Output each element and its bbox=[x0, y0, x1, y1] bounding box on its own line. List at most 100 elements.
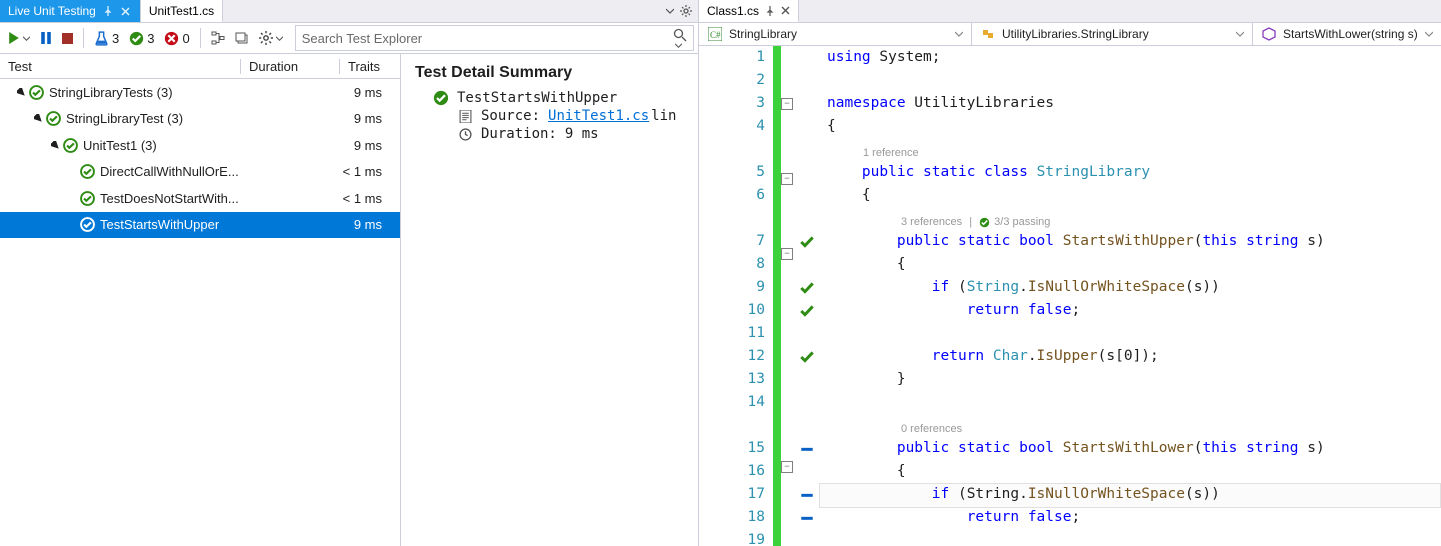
chevron-down-icon bbox=[955, 30, 963, 38]
gear-icon[interactable] bbox=[680, 5, 692, 17]
test-toolbar: 3 3 0 Search Test Explorer bbox=[0, 22, 698, 54]
code-line[interactable]: return false; bbox=[827, 299, 1080, 322]
test-name: DirectCallWithNullOrE... bbox=[96, 164, 292, 179]
fail-count[interactable]: 0 bbox=[160, 26, 193, 50]
test-row[interactable]: StringLibraryTest (3)9 ms bbox=[0, 106, 400, 133]
duration-label: Duration: bbox=[481, 126, 557, 142]
test-row[interactable]: TestStartsWithUpper9 ms bbox=[0, 212, 400, 239]
tab-unit-test-file[interactable]: UnitTest1.cs bbox=[141, 0, 223, 22]
fold-icon[interactable]: − bbox=[781, 173, 793, 185]
source-label: Source: bbox=[481, 108, 540, 124]
stop-button[interactable] bbox=[58, 26, 77, 50]
flask-count[interactable]: 3 bbox=[90, 26, 123, 50]
settings-button[interactable] bbox=[255, 26, 287, 50]
chevron-down-icon bbox=[1425, 30, 1433, 38]
source-link[interactable]: UnitTest1.cs bbox=[548, 108, 649, 124]
code-line[interactable]: using System; bbox=[827, 46, 941, 69]
test-duration: < 1 ms bbox=[292, 191, 400, 206]
search-placeholder: Search Test Explorer bbox=[302, 31, 422, 46]
dropdown-icon[interactable] bbox=[666, 7, 674, 15]
search-icon[interactable] bbox=[673, 28, 687, 49]
pause-button[interactable] bbox=[36, 26, 56, 50]
fold-icon[interactable]: − bbox=[781, 98, 793, 110]
test-duration: 9 ms bbox=[292, 138, 400, 153]
code-line[interactable]: } bbox=[827, 368, 906, 391]
search-input[interactable]: Search Test Explorer bbox=[295, 25, 694, 51]
fail-count-value: 0 bbox=[182, 31, 189, 46]
test-tree-column: Test Duration Traits StringLibraryTests … bbox=[0, 54, 401, 546]
test-row[interactable]: TestDoesNotStartWith...< 1 ms bbox=[0, 185, 400, 212]
test-duration: 9 ms bbox=[292, 111, 400, 126]
code-editor-pane: Class1.cs C# StringLibrary UtilityLibrar… bbox=[699, 0, 1441, 546]
fold-icon[interactable]: − bbox=[781, 461, 793, 473]
pass-icon bbox=[78, 164, 96, 179]
pass-count[interactable]: 3 bbox=[125, 26, 158, 50]
col-test[interactable]: Test bbox=[0, 59, 241, 74]
test-duration: 9 ms bbox=[292, 85, 400, 100]
test-body: Test Duration Traits StringLibraryTests … bbox=[0, 54, 698, 546]
coverage-gutter bbox=[795, 46, 819, 546]
code-line[interactable]: return false; bbox=[827, 506, 1080, 529]
pass-icon bbox=[78, 191, 96, 206]
code-line[interactable]: if (String.IsNullOrWhiteSpace(s)) bbox=[827, 276, 1220, 299]
fold-icon[interactable]: − bbox=[781, 248, 793, 260]
code-line[interactable]: { bbox=[827, 460, 906, 483]
method-icon bbox=[1261, 26, 1277, 42]
tab-label: UnitTest1.cs bbox=[149, 4, 214, 18]
csharp-icon: C# bbox=[707, 26, 723, 42]
live-change-gutter bbox=[773, 46, 781, 546]
test-name: UnitTest1 (3) bbox=[79, 138, 292, 153]
test-row[interactable]: StringLibraryTests (3)9 ms bbox=[0, 79, 400, 106]
expand-icon[interactable] bbox=[15, 88, 27, 97]
separator bbox=[83, 28, 84, 48]
code-line[interactable]: public static bool StartsWithUpper(this … bbox=[827, 230, 1325, 253]
col-traits[interactable]: Traits bbox=[340, 59, 400, 74]
nav-type[interactable]: UtilityLibraries.StringLibrary bbox=[972, 23, 1253, 45]
test-duration: < 1 ms bbox=[292, 164, 400, 179]
line-number-gutter: 12345678910111213141516171819 bbox=[699, 46, 773, 546]
test-explorer-pane: Live Unit Testing UnitTest1.cs 3 bbox=[0, 0, 699, 546]
expand-icon[interactable] bbox=[32, 114, 44, 123]
pass-icon bbox=[78, 217, 96, 232]
playlist-button[interactable] bbox=[231, 26, 253, 50]
code-line[interactable]: namespace UtilityLibraries bbox=[827, 92, 1054, 115]
detail-title: Test Detail Summary bbox=[415, 64, 684, 82]
tab-overflow bbox=[223, 0, 698, 22]
duration-value: 9 ms bbox=[565, 126, 599, 142]
nav-project[interactable]: C# StringLibrary bbox=[699, 23, 972, 45]
tab-live-unit-testing[interactable]: Live Unit Testing bbox=[0, 0, 141, 22]
source-icon bbox=[457, 110, 473, 123]
code-line[interactable]: { bbox=[827, 184, 871, 207]
pin-icon[interactable] bbox=[102, 5, 114, 17]
code-line[interactable]: if (String.IsNullOrWhiteSpace(s)) bbox=[827, 483, 1220, 506]
code-line[interactable]: { bbox=[827, 115, 836, 138]
code-line[interactable]: { bbox=[827, 253, 906, 276]
run-all-button[interactable] bbox=[4, 26, 34, 50]
expand-icon[interactable] bbox=[49, 141, 61, 150]
source-suffix: lin bbox=[651, 108, 676, 124]
code-editor[interactable]: 12345678910111213141516171819 − − − − using… bbox=[699, 46, 1441, 546]
fold-gutter[interactable]: − − − − bbox=[781, 46, 795, 546]
test-row[interactable]: DirectCallWithNullOrE...< 1 ms bbox=[0, 159, 400, 186]
code-area[interactable]: using System;namespace UtilityLibraries{… bbox=[819, 46, 1441, 546]
detail-test-name: TestStartsWithUpper bbox=[457, 90, 617, 106]
hierarchy-button[interactable] bbox=[207, 26, 229, 50]
close-icon[interactable] bbox=[120, 5, 132, 17]
col-duration[interactable]: Duration bbox=[241, 59, 340, 74]
pass-icon bbox=[61, 138, 79, 153]
tab-class1[interactable]: Class1.cs bbox=[699, 0, 799, 22]
nav-project-label: StringLibrary bbox=[729, 27, 797, 41]
clock-icon bbox=[457, 128, 473, 141]
nav-member[interactable]: StartsWithLower(string s) bbox=[1253, 23, 1441, 45]
pass-icon bbox=[27, 85, 45, 100]
test-name: TestStartsWithUpper bbox=[96, 217, 292, 232]
test-row[interactable]: UnitTest1 (3)9 ms bbox=[0, 132, 400, 159]
separator bbox=[200, 28, 201, 48]
code-line[interactable]: public static bool StartsWithLower(this … bbox=[827, 437, 1325, 460]
pin-icon[interactable] bbox=[765, 6, 775, 16]
code-line[interactable]: return Char.IsUpper(s[0]); bbox=[827, 345, 1159, 368]
code-line[interactable]: public static class StringLibrary bbox=[827, 161, 1150, 184]
close-icon[interactable] bbox=[781, 6, 790, 15]
test-tree[interactable]: StringLibraryTests (3)9 msStringLibraryT… bbox=[0, 79, 400, 546]
tab-label: Live Unit Testing bbox=[8, 4, 96, 18]
